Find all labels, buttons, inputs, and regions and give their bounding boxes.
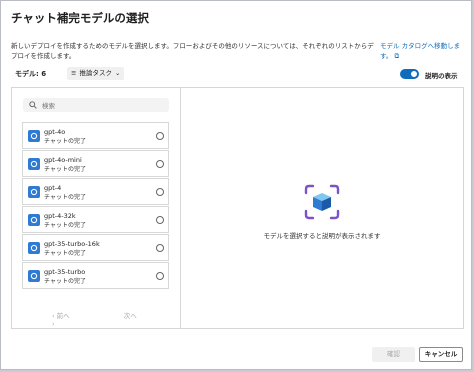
openai-logo-icon bbox=[28, 214, 40, 226]
sort-dropdown[interactable]: ≡ 推論タスク ⌄ bbox=[67, 67, 125, 80]
empty-detail-text: モデルを選択すると説明が表示されます bbox=[263, 232, 381, 240]
select-model-dialog: チャット補完モデルの選択 新しいデプロイを作成するためのモデルを選択します。フロ… bbox=[0, 0, 472, 370]
model-count: モデル: 6 bbox=[15, 70, 47, 78]
list-toolbar: モデル: 6 ≡ 推論タスク ⌄ 説明の表示 bbox=[11, 65, 463, 83]
search-icon bbox=[29, 101, 37, 109]
dialog-title: チャット補完モデルの選択 bbox=[11, 11, 149, 25]
list-item[interactable]: gpt-35-turbo-16k チャットの完了 bbox=[22, 234, 169, 261]
cancel-button[interactable]: キャンセル bbox=[419, 347, 463, 362]
model-list-pane: 検索 gpt-4o チャットの完了 gpt-4o-mini チャットの完了 gp… bbox=[12, 88, 181, 328]
list-item[interactable]: gpt-4 チャットの完了 bbox=[22, 178, 169, 205]
dialog-description: 新しいデプロイを作成するためのモデルを選択します。フローおよびその他のリソースに… bbox=[11, 41, 460, 61]
model-task: チャットの完了 bbox=[44, 250, 86, 257]
list-item[interactable]: gpt-35-turbo チャットの完了 bbox=[22, 262, 169, 289]
prev-page-button[interactable]: ‹ 前へ bbox=[52, 312, 96, 320]
search-placeholder: 検索 bbox=[42, 102, 55, 110]
toggle-label: 説明の表示 bbox=[425, 72, 458, 80]
model-task: チャットの完了 bbox=[44, 138, 86, 145]
openai-logo-icon bbox=[28, 186, 40, 198]
model-cube-icon bbox=[304, 184, 340, 220]
model-catalog-link[interactable]: モデル カタログへ移動します。 ⧉ bbox=[380, 41, 470, 61]
model-task: チャットの完了 bbox=[44, 194, 86, 201]
model-name: gpt-4-32k bbox=[44, 212, 76, 220]
model-radio[interactable] bbox=[156, 160, 164, 168]
filter-lines-icon: ≡ bbox=[71, 69, 77, 77]
list-item[interactable]: gpt-4o チャットの完了 bbox=[22, 122, 169, 149]
model-radio[interactable] bbox=[156, 244, 164, 252]
model-radio[interactable] bbox=[156, 132, 164, 140]
chevron-down-icon: ⌄ bbox=[114, 69, 121, 77]
model-task: チャットの完了 bbox=[44, 278, 86, 285]
search-input[interactable]: 検索 bbox=[23, 98, 169, 112]
model-name: gpt-35-turbo bbox=[44, 268, 86, 276]
model-list: gpt-4o チャットの完了 gpt-4o-mini チャットの完了 gpt-4… bbox=[22, 122, 169, 290]
model-panel: 検索 gpt-4o チャットの完了 gpt-4o-mini チャットの完了 gp… bbox=[11, 87, 464, 329]
model-radio[interactable] bbox=[156, 272, 164, 280]
model-name: gpt-4 bbox=[44, 184, 62, 192]
pagination: ‹ 前へ 次へ › bbox=[52, 310, 180, 328]
model-detail-pane: モデルを選択すると説明が表示されます bbox=[181, 88, 463, 328]
model-name: gpt-35-turbo-16k bbox=[44, 240, 100, 248]
description-text: 新しいデプロイを作成するためのモデルを選択します。フローおよびその他のリソースに… bbox=[11, 42, 374, 60]
model-radio[interactable] bbox=[156, 188, 164, 196]
show-description-toggle[interactable] bbox=[400, 69, 419, 79]
openai-logo-icon bbox=[28, 130, 40, 142]
external-link-icon: ⧉ bbox=[394, 52, 400, 60]
model-name: gpt-4o-mini bbox=[44, 156, 82, 164]
list-item[interactable]: gpt-4-32k チャットの完了 bbox=[22, 206, 169, 233]
confirm-button[interactable]: 確認 bbox=[372, 347, 415, 362]
openai-logo-icon bbox=[28, 270, 40, 282]
model-task: チャットの完了 bbox=[44, 222, 86, 229]
model-radio[interactable] bbox=[156, 216, 164, 224]
model-task: チャットの完了 bbox=[44, 166, 86, 173]
openai-logo-icon bbox=[28, 158, 40, 170]
sort-label: 推論タスク bbox=[79, 69, 112, 77]
list-item[interactable]: gpt-4o-mini チャットの完了 bbox=[22, 150, 169, 177]
openai-logo-icon bbox=[28, 242, 40, 254]
model-name: gpt-4o bbox=[44, 128, 66, 136]
